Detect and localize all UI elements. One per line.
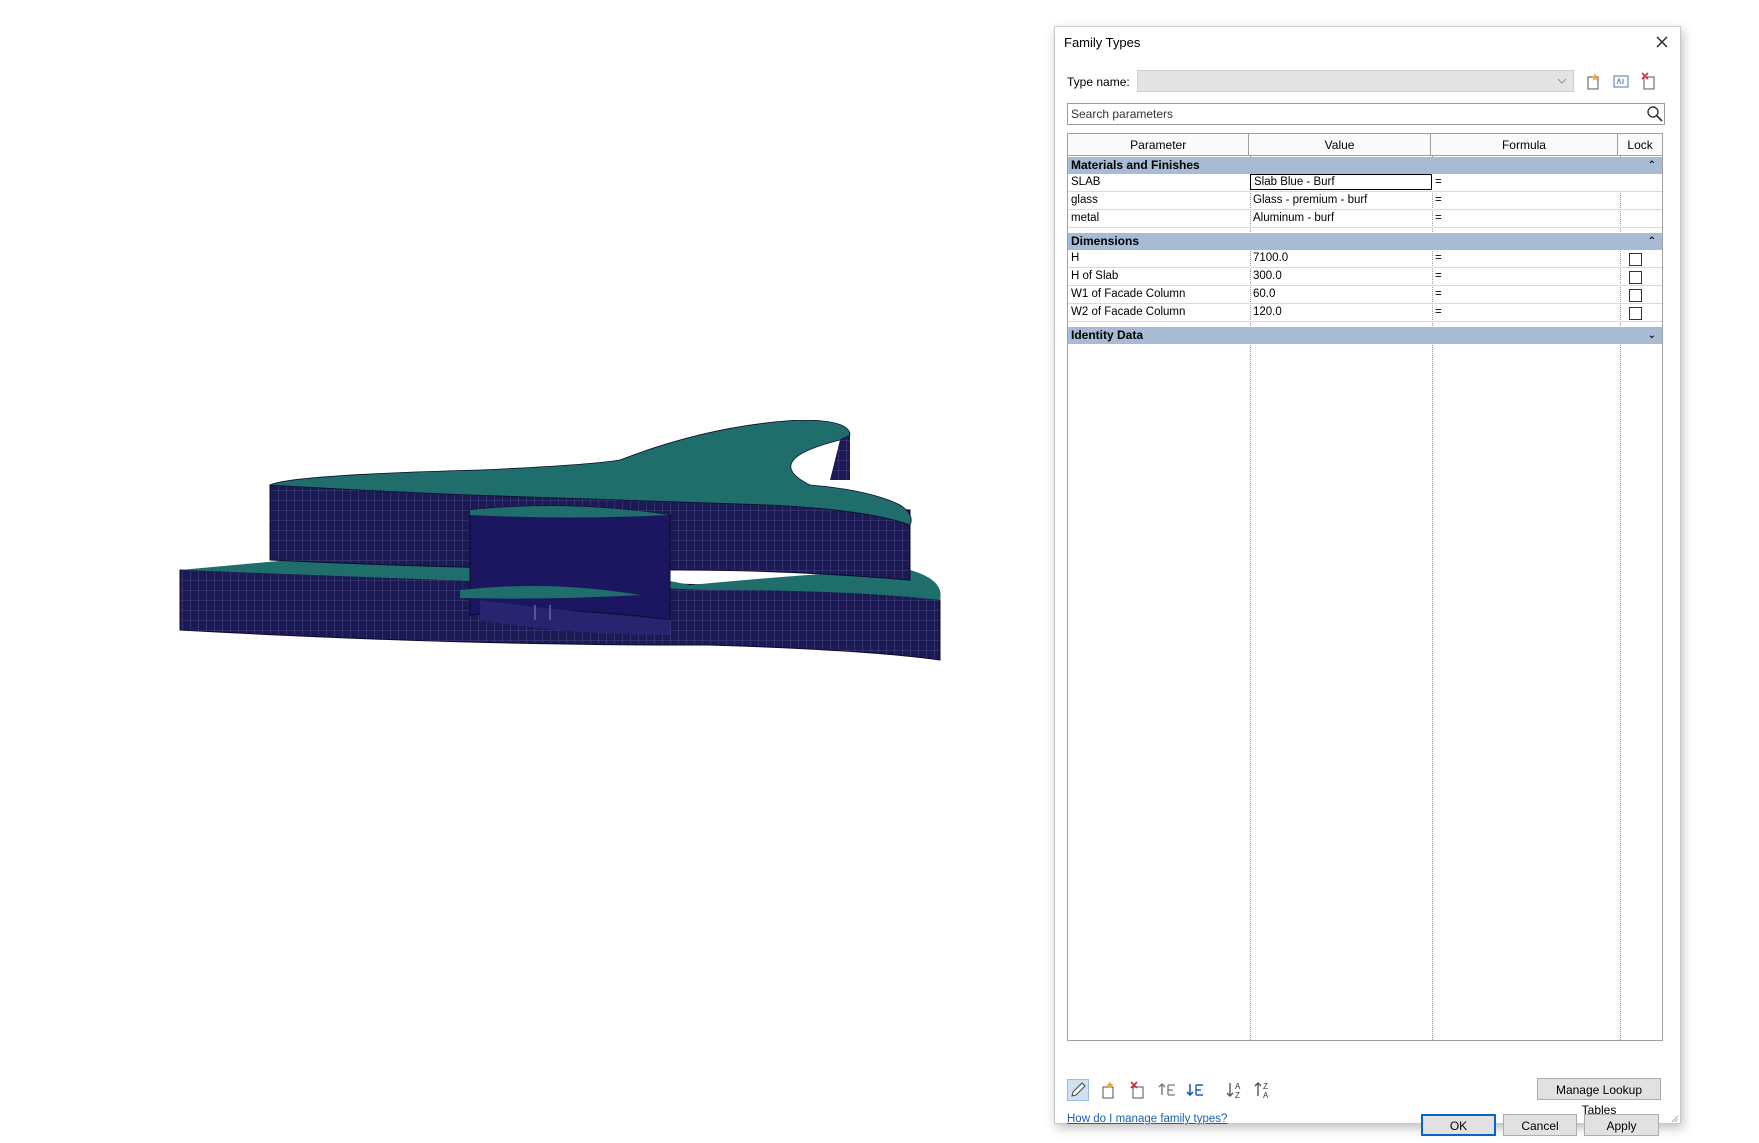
- lock-checkbox[interactable]: [1629, 253, 1642, 266]
- search-parameters-input[interactable]: [1067, 103, 1665, 125]
- family-types-dialog: Family Types Type name: Parameter Value …: [1054, 26, 1681, 1136]
- column-header-parameter[interactable]: Parameter: [1068, 134, 1250, 156]
- param-formula[interactable]: =: [1432, 286, 1620, 303]
- group-dimensions[interactable]: Dimensions ⌃: [1068, 233, 1662, 250]
- param-name: W2 of Facade Column: [1071, 306, 1186, 318]
- dialog-title: Family Types: [1064, 35, 1141, 50]
- new-parameter-icon[interactable]: [1097, 1079, 1119, 1101]
- param-value-field[interactable]: Glass - premium - burf: [1250, 192, 1432, 209]
- param-name: SLAB: [1071, 176, 1101, 188]
- column-header-formula[interactable]: Formula: [1430, 134, 1619, 156]
- close-icon[interactable]: [1650, 30, 1674, 54]
- param-formula[interactable]: =: [1432, 268, 1620, 285]
- cancel-button[interactable]: Cancel: [1503, 1114, 1577, 1136]
- apply-button[interactable]: Apply: [1584, 1114, 1659, 1136]
- column-header-lock[interactable]: Lock: [1618, 134, 1662, 156]
- delete-type-icon[interactable]: [1639, 71, 1659, 91]
- lock-cell: [1620, 304, 1662, 321]
- delete-parameter-icon[interactable]: [1127, 1079, 1149, 1101]
- svg-text:Z: Z: [1235, 1091, 1240, 1100]
- column-header-value[interactable]: Value: [1249, 134, 1431, 156]
- expand-icon[interactable]: ⌄: [1648, 327, 1656, 344]
- new-type-icon[interactable]: [1583, 71, 1603, 91]
- svg-text:A: A: [1263, 1091, 1269, 1100]
- dialog-title-bar[interactable]: Family Types: [1055, 27, 1680, 57]
- lock-cell: [1620, 286, 1662, 303]
- table-row[interactable]: H 7100.0 =: [1068, 250, 1662, 268]
- manage-lookup-tables-button[interactable]: Manage Lookup Tables: [1537, 1078, 1661, 1117]
- building-3d-model: [179, 420, 941, 661]
- param-value-field[interactable]: Aluminum - burf: [1250, 210, 1432, 227]
- param-value-field[interactable]: 120.0: [1250, 304, 1432, 321]
- param-formula[interactable]: =: [1432, 174, 1620, 191]
- param-name: metal: [1071, 212, 1100, 224]
- parameters-grid: Parameter Value Formula Lock Materials a…: [1067, 133, 1663, 1041]
- lock-cell: [1620, 268, 1662, 285]
- param-value-field[interactable]: Slab Blue - Burf: [1250, 174, 1432, 190]
- param-formula[interactable]: =: [1432, 210, 1620, 227]
- group-materials-and-finishes[interactable]: Materials and Finishes ⌃: [1068, 157, 1662, 174]
- group-label: Materials and Finishes: [1071, 158, 1200, 172]
- help-link[interactable]: How do I manage family types?: [1067, 1113, 1227, 1125]
- param-formula[interactable]: =: [1432, 250, 1620, 267]
- model-viewport[interactable]: [0, 0, 1040, 1143]
- lock-checkbox[interactable]: [1629, 289, 1642, 302]
- rename-type-icon[interactable]: [1611, 71, 1631, 91]
- param-name: H: [1071, 252, 1080, 264]
- resize-grip-icon[interactable]: [1669, 1112, 1679, 1123]
- move-up-icon[interactable]: [1157, 1079, 1179, 1101]
- param-name: glass: [1071, 194, 1098, 206]
- ok-button[interactable]: OK: [1421, 1114, 1496, 1136]
- group-identity-data[interactable]: Identity Data ⌄: [1068, 327, 1662, 344]
- collapse-icon[interactable]: ⌃: [1648, 157, 1656, 174]
- grid-header: Parameter Value Formula Lock: [1068, 134, 1662, 156]
- group-label: Dimensions: [1071, 234, 1140, 248]
- type-name-dropdown[interactable]: [1137, 70, 1574, 92]
- param-name: H of Slab: [1071, 270, 1119, 282]
- type-name-label: Type name:: [1067, 75, 1130, 89]
- move-down-icon[interactable]: [1185, 1079, 1207, 1101]
- lock-checkbox[interactable]: [1629, 271, 1642, 284]
- edit-parameter-icon[interactable]: [1067, 1079, 1089, 1101]
- param-value-field[interactable]: 300.0: [1250, 268, 1432, 285]
- table-row[interactable]: glass Glass - premium - burf =: [1068, 192, 1662, 210]
- group-label: Identity Data: [1071, 328, 1144, 342]
- table-row[interactable]: W1 of Facade Column 60.0 =: [1068, 286, 1662, 304]
- param-formula[interactable]: =: [1432, 304, 1620, 321]
- chevron-down-icon: [1557, 75, 1567, 89]
- param-value-field[interactable]: 7100.0: [1250, 250, 1432, 267]
- lock-checkbox[interactable]: [1629, 307, 1642, 320]
- lock-cell: [1620, 250, 1662, 267]
- param-formula[interactable]: =: [1432, 192, 1620, 209]
- table-row[interactable]: H of Slab 300.0 =: [1068, 268, 1662, 286]
- svg-text:Z: Z: [1263, 1082, 1268, 1091]
- search-icon[interactable]: [1646, 105, 1664, 123]
- collapse-icon[interactable]: ⌃: [1648, 233, 1656, 250]
- table-row[interactable]: SLAB Slab Blue - Burf =: [1068, 174, 1662, 192]
- table-row[interactable]: W2 of Facade Column 120.0 =: [1068, 304, 1662, 322]
- svg-text:A: A: [1235, 1082, 1241, 1091]
- param-value-field[interactable]: 60.0: [1250, 286, 1432, 303]
- param-name: W1 of Facade Column: [1071, 288, 1186, 300]
- table-row[interactable]: metal Aluminum - burf =: [1068, 210, 1662, 228]
- sort-descending-icon[interactable]: ZA: [1253, 1079, 1275, 1101]
- sort-ascending-icon[interactable]: AZ: [1225, 1079, 1247, 1101]
